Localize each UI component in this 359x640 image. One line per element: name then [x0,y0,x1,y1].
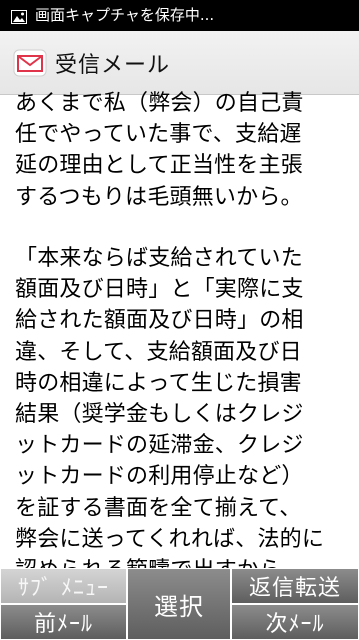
page-title: 受信メール [55,52,171,78]
image-icon [11,9,27,24]
submenu-button[interactable]: ｻﾌﾞ ﾒﾆｭｰ [0,568,127,604]
message-line: ットカードの延滞金、クレジ [15,433,304,459]
message-paragraph: あくまで私（弊会）の自己責 任でやっていた事で、支給遅 延の理由として正当性を主… [15,88,355,213]
reply-forward-button[interactable]: 返信転送 [231,568,359,604]
message-line: 任でやっていた事で、支給遅 [15,122,302,148]
message-line: 認められる範疇で出すから。 [15,555,355,568]
softkey-bar: ｻﾌﾞ ﾒﾆｭｰ 前ﾒｰﾙ 選択 返信転送 次ﾒｰﾙ [0,568,359,640]
message-line: 違、そして、支給額面及び日 [15,339,302,365]
next-mail-button[interactable]: 次ﾒｰﾙ [231,604,359,640]
message-line: 給された額面及び日時」の相 [15,308,304,334]
status-notification-text: 画面キャプチャを保存中... [35,6,215,24]
select-button[interactable]: 選択 [127,568,231,640]
title-bar: 受信メール [0,31,359,95]
message-line: 弊会に送ってくれれば、法的に [15,526,325,552]
message-line: を証する書面を全て揃えて、 [15,495,302,521]
message-line: 延の理由として正当性を主張 [15,153,303,179]
message-line: 結果（奨学金もしくはクレジ [15,401,304,427]
message-line: 時の相違によって生じた損害 [15,370,302,396]
message-line: ットカードの利用停止など） [15,464,304,490]
message-body[interactable]: あくまで私（弊会）の自己責 任でやっていた事で、支給遅 延の理由として正当性を主… [0,88,359,568]
message-paragraph: 「本来ならば支給されていた 額面及び日時」と「実際に支 給された額面及び日時」の… [15,243,355,568]
message-line: 額面及び日時」と「実際に支 [15,277,304,303]
message-line: 「本来ならば支給されていた [15,246,303,271]
message-line: あくまで私（弊会）の自己責 [15,91,304,116]
message-line: するつもりは毛頭無いから。 [15,184,303,210]
status-bar: 画面キャプチャを保存中... [0,0,359,31]
mail-envelope-icon [13,48,47,78]
prev-mail-button[interactable]: 前ﾒｰﾙ [0,604,127,640]
